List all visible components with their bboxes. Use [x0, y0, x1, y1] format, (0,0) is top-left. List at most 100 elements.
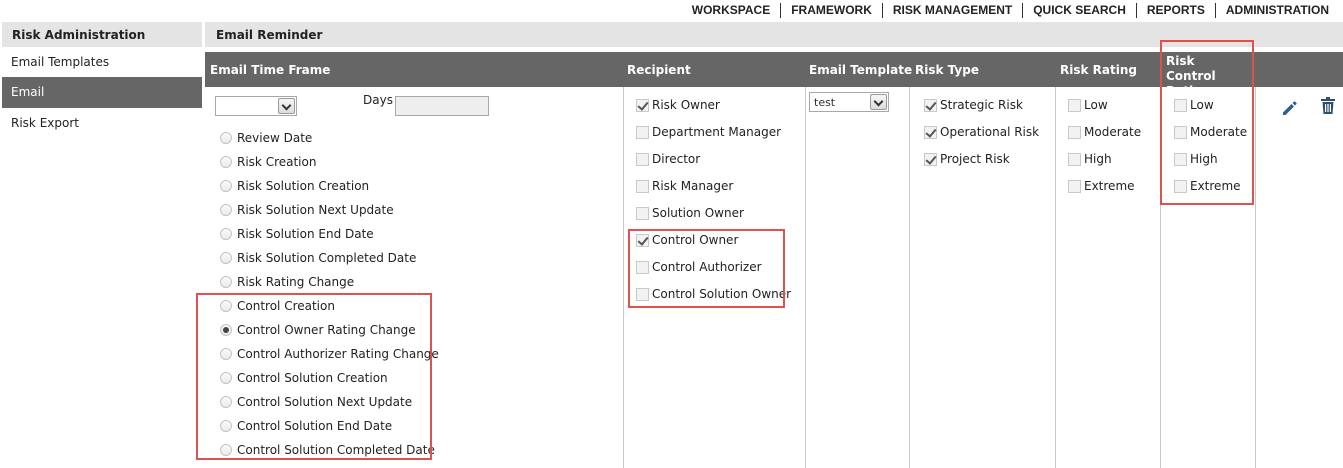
- time-frame-label: Review Date: [237, 131, 313, 145]
- control-rating-high[interactable]: High: [1174, 152, 1218, 166]
- recipient-label: Solution Owner: [652, 206, 744, 220]
- days-input[interactable]: [395, 96, 489, 116]
- checkbox[interactable]: [636, 152, 649, 166]
- time-frame-label: Risk Solution Creation: [237, 179, 370, 193]
- time-frame-option-control-authorizer-rating-change[interactable]: Control Authorizer Rating Change: [220, 347, 439, 361]
- checkbox[interactable]: [924, 98, 937, 112]
- checkbox[interactable]: [1174, 152, 1187, 166]
- time-frame-option-risk-solution-completed-date[interactable]: Risk Solution Completed Date: [220, 251, 416, 265]
- control-rating-moderate[interactable]: Moderate: [1174, 125, 1247, 139]
- nav-framework[interactable]: FRAMEWORK: [780, 3, 882, 18]
- recipient-risk-owner[interactable]: Risk Owner: [636, 98, 720, 112]
- risk-rating-label: High: [1084, 152, 1112, 166]
- checkbox[interactable]: [1174, 98, 1187, 112]
- time-frame-option-control-owner-rating-change[interactable]: Control Owner Rating Change: [220, 323, 416, 337]
- radio-button[interactable]: [220, 300, 232, 312]
- checkbox[interactable]: [1174, 179, 1187, 193]
- time-frame-option-control-solution-next-update[interactable]: Control Solution Next Update: [220, 395, 412, 409]
- time-frame-option-risk-rating-change[interactable]: Risk Rating Change: [220, 275, 354, 289]
- time-frame-option-control-creation[interactable]: Control Creation: [220, 299, 335, 313]
- pencil-icon[interactable]: [1280, 98, 1300, 118]
- email-template-select[interactable]: test: [809, 92, 889, 112]
- checkbox[interactable]: [1068, 98, 1081, 112]
- checkbox[interactable]: [636, 287, 649, 301]
- risk-rating-high[interactable]: High: [1068, 152, 1112, 166]
- checkbox[interactable]: [1068, 179, 1081, 193]
- risk-rating-moderate[interactable]: Moderate: [1068, 125, 1141, 139]
- checkbox[interactable]: [924, 125, 937, 139]
- recipient-control-owner[interactable]: Control Owner: [636, 233, 738, 247]
- checkbox[interactable]: [924, 152, 937, 166]
- risk-rating-extreme[interactable]: Extreme: [1068, 179, 1135, 193]
- chevron-down-icon[interactable]: [870, 94, 887, 110]
- checkbox[interactable]: [636, 125, 649, 139]
- radio-button[interactable]: [220, 396, 232, 408]
- recipient-label: Risk Manager: [652, 179, 734, 193]
- radio-button[interactable]: [220, 372, 232, 384]
- recipient-risk-manager[interactable]: Risk Manager: [636, 179, 733, 193]
- risk-rating-low[interactable]: Low: [1068, 98, 1108, 112]
- risk-type-project-risk[interactable]: Project Risk: [924, 152, 1010, 166]
- checkbox[interactable]: [636, 98, 649, 112]
- radio-button[interactable]: [220, 132, 232, 144]
- recipient-control-solution-owner[interactable]: Control Solution Owner: [636, 287, 791, 301]
- control-rating-low[interactable]: Low: [1174, 98, 1214, 112]
- trash-icon[interactable]: [1318, 96, 1338, 116]
- radio-button[interactable]: [220, 180, 232, 192]
- checkbox[interactable]: [636, 260, 649, 274]
- col-header-recipient: Recipient: [627, 63, 691, 77]
- control-rating-label: Extreme: [1190, 179, 1241, 193]
- time-frame-option-risk-solution-next-update[interactable]: Risk Solution Next Update: [220, 203, 394, 217]
- time-frame-select[interactable]: [215, 96, 297, 116]
- risk-type-label: Strategic Risk: [940, 98, 1023, 112]
- radio-button[interactable]: [220, 252, 232, 264]
- time-frame-option-review-date[interactable]: Review Date: [220, 131, 312, 145]
- time-frame-option-risk-solution-end-date[interactable]: Risk Solution End Date: [220, 227, 374, 241]
- time-frame-option-control-solution-completed-date[interactable]: Control Solution Completed Date: [220, 443, 435, 457]
- recipient-label: Control Owner: [652, 233, 739, 247]
- sidebar-item-email[interactable]: Email: [2, 77, 202, 108]
- time-frame-label: Risk Solution Completed Date: [237, 251, 417, 265]
- checkbox[interactable]: [1068, 152, 1081, 166]
- recipient-department-manager[interactable]: Department Manager: [636, 125, 781, 139]
- nav-reports[interactable]: REPORTS: [1135, 3, 1215, 18]
- radio-button[interactable]: [220, 228, 232, 240]
- time-frame-option-risk-creation[interactable]: Risk Creation: [220, 155, 316, 169]
- checkbox[interactable]: [636, 179, 649, 193]
- time-frame-option-control-solution-end-date[interactable]: Control Solution End Date: [220, 419, 392, 433]
- sidebar-item-risk-export[interactable]: Risk Export: [2, 108, 202, 138]
- checkbox[interactable]: [1174, 125, 1187, 139]
- recipient-label: Control Authorizer: [652, 260, 762, 274]
- control-rating-extreme[interactable]: Extreme: [1174, 179, 1241, 193]
- radio-button[interactable]: [220, 420, 232, 432]
- time-frame-option-control-solution-creation[interactable]: Control Solution Creation: [220, 371, 388, 385]
- checkbox[interactable]: [1068, 125, 1081, 139]
- nav-quick-search[interactable]: QUICK SEARCH: [1022, 3, 1136, 18]
- email-reminder-panel: Email Reminder Email Time Frame Recipien…: [196, 22, 1343, 468]
- recipient-control-authorizer[interactable]: Control Authorizer: [636, 260, 762, 274]
- risk-type-label: Project Risk: [940, 152, 1010, 166]
- nav-risk-management[interactable]: RISK MANAGEMENT: [881, 3, 1022, 18]
- radio-button[interactable]: [220, 156, 232, 168]
- sidebar-item-email-templates[interactable]: Email Templates: [2, 47, 202, 77]
- sidebar: Risk Administration Email Templates Emai…: [2, 22, 202, 138]
- radio-button[interactable]: [220, 348, 232, 360]
- risk-type-strategic-risk[interactable]: Strategic Risk: [924, 98, 1023, 112]
- recipient-director[interactable]: Director: [636, 152, 700, 166]
- checkbox[interactable]: [636, 206, 649, 220]
- column-divider: [1055, 87, 1056, 468]
- radio-button[interactable]: [220, 324, 232, 336]
- recipient-solution-owner[interactable]: Solution Owner: [636, 206, 744, 220]
- time-frame-label: Control Owner Rating Change: [237, 323, 416, 337]
- chevron-down-icon[interactable]: [278, 98, 295, 114]
- risk-type-label: Operational Risk: [940, 125, 1040, 139]
- time-frame-option-risk-solution-creation[interactable]: Risk Solution Creation: [220, 179, 369, 193]
- checkbox[interactable]: [636, 233, 649, 247]
- nav-administration[interactable]: ADMINISTRATION: [1214, 3, 1339, 18]
- nav-workspace[interactable]: WORKSPACE: [682, 3, 780, 18]
- radio-button[interactable]: [220, 276, 232, 288]
- col-header-control-rating: Risk Control Rating: [1166, 54, 1216, 98]
- risk-type-operational-risk[interactable]: Operational Risk: [924, 125, 1039, 139]
- radio-button[interactable]: [220, 204, 232, 216]
- radio-button[interactable]: [220, 444, 232, 456]
